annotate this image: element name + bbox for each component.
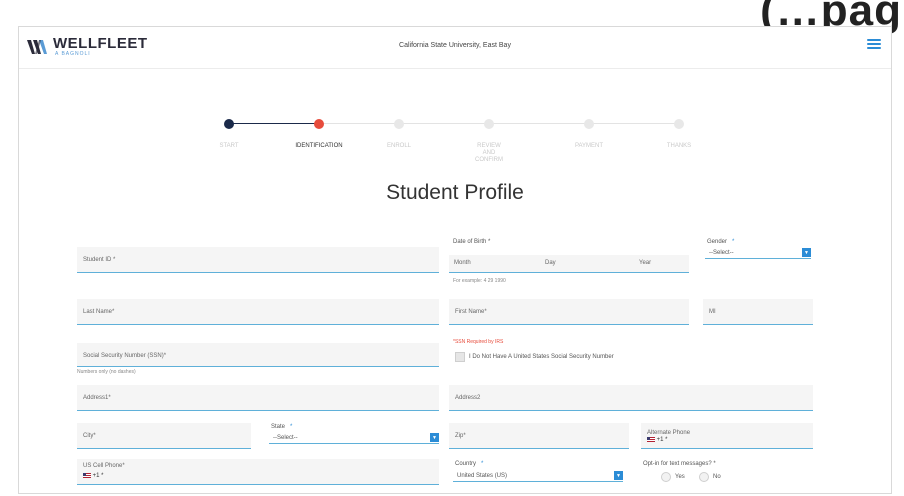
dob-month[interactable]: Month (454, 260, 471, 266)
step-thanks[interactable]: THANKS (634, 119, 724, 150)
zip-label: Zip* (455, 433, 466, 439)
address2-label: Address2 (455, 395, 481, 401)
dob-day[interactable]: Day (545, 260, 556, 266)
step-dot (674, 119, 684, 129)
alternate-phone-field[interactable]: Alternate Phone +1 * (641, 423, 813, 449)
chevron-down-icon: ▼ (802, 248, 811, 257)
address2-field[interactable]: Address2 (449, 385, 813, 411)
chevron-down-icon: ▼ (430, 433, 439, 442)
step-dot (584, 119, 594, 129)
ssn-required-note: *SSN Required by IRS (453, 339, 504, 345)
dob-year[interactable]: Year (639, 260, 651, 266)
student-id-label: Student ID * (83, 257, 116, 263)
step-label: START (219, 143, 239, 149)
ssn-helper-text: Numbers only (no dashes) (77, 369, 136, 375)
us-flag-icon (83, 473, 91, 478)
logo-subtext: A BAGNOLI (55, 51, 91, 57)
us-cell-phone-label: US Cell Phone* (83, 463, 125, 469)
address1-label: Address1* (83, 395, 111, 401)
us-cell-phone-field[interactable]: US Cell Phone* +1 * (77, 459, 439, 485)
city-label: City* (83, 433, 96, 439)
step-label: IDENTIFICATION (295, 143, 343, 149)
opt-in-no-radio[interactable] (699, 472, 709, 482)
alternate-phone-prefix[interactable]: +1 * (647, 437, 668, 443)
first-name-field[interactable]: First Name* (449, 299, 689, 325)
country-select[interactable]: United States (US) ▼ (453, 471, 623, 482)
top-bar: WELLFLEET A BAGNOLI California State Uni… (19, 27, 891, 69)
student-id-field[interactable]: Student ID * (77, 247, 439, 273)
country-label: Country * (455, 461, 484, 467)
university-name: California State University, East Bay (399, 42, 511, 49)
dob-label: Date of Birth * (453, 239, 491, 245)
gender-select-value: --Select-- (709, 250, 734, 256)
step-payment[interactable]: PAYMENT (544, 119, 634, 150)
country-select-value: United States (US) (457, 473, 508, 479)
alternate-phone-label: Alternate Phone (647, 430, 691, 436)
ssn-field[interactable]: Social Security Number (SSN)* (77, 343, 439, 367)
no-ssn-label: I Do Not Have A United States Social Sec… (469, 354, 614, 360)
step-label: REVIEW AND CONFIRM (475, 143, 503, 163)
step-start[interactable]: START (184, 119, 274, 150)
state-select[interactable]: --Select-- ▼ (269, 433, 439, 444)
browser-screen: WELLFLEET A BAGNOLI California State Uni… (18, 26, 892, 494)
hamburger-menu-icon[interactable] (867, 39, 881, 49)
state-select-value: --Select-- (273, 435, 298, 441)
chevron-down-icon: ▼ (614, 471, 623, 480)
step-label: PAYMENT (574, 143, 604, 149)
first-name-label: First Name* (455, 309, 487, 315)
opt-in-yes-label: Yes (675, 474, 685, 480)
step-dot (394, 119, 404, 129)
state-label: State * (271, 424, 293, 430)
last-name-label: Last Name* (83, 309, 115, 315)
step-enroll[interactable]: ENROLL (354, 119, 444, 150)
step-identification[interactable]: IDENTIFICATION (274, 119, 364, 150)
step-dot (484, 119, 494, 129)
ssn-label: Social Security Number (SSN)* (83, 353, 167, 359)
opt-in-no-label: No (713, 474, 721, 480)
step-review-and-confirm[interactable]: REVIEW AND CONFIRM (444, 119, 534, 164)
progress-stepper: START IDENTIFICATION ENROLL REVIEW AND C… (189, 111, 709, 171)
step-label: THANKS (666, 143, 692, 149)
dob-field[interactable]: Month Day Year (449, 255, 689, 273)
opt-in-label: Opt-in for text messages? * (643, 461, 716, 467)
city-field[interactable]: City* (77, 423, 251, 449)
step-dot (224, 119, 234, 129)
dob-helper-text: For example: 4 29 1990 (453, 278, 506, 284)
no-ssn-checkbox[interactable] (455, 352, 465, 362)
page-title: Student Profile (386, 181, 524, 204)
address1-field[interactable]: Address1* (77, 385, 439, 411)
step-label: ENROLL (386, 143, 411, 149)
opt-in-yes-radio[interactable] (661, 472, 671, 482)
zip-field[interactable]: Zip* (449, 423, 629, 449)
step-dot (314, 119, 324, 129)
gender-select[interactable]: --Select-- ▼ (705, 248, 811, 259)
us-cell-phone-prefix[interactable]: +1 * (83, 473, 104, 479)
last-name-field[interactable]: Last Name* (77, 299, 439, 325)
gender-label: Gender * (707, 239, 735, 245)
middle-initial-field[interactable]: MI (703, 299, 813, 325)
middle-initial-label: MI (709, 309, 716, 315)
us-flag-icon (647, 437, 655, 442)
